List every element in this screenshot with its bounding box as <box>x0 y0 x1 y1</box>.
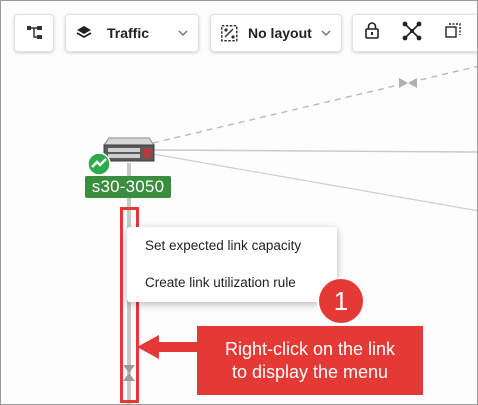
layout-icon <box>221 24 238 42</box>
status-ok-icon <box>87 152 111 176</box>
scatter-nodes-icon[interactable] <box>402 21 422 41</box>
layers-icon <box>76 26 92 39</box>
menu-item-set-expected-link-capacity[interactable]: Set expected link capacity <box>145 238 301 253</box>
step-badge: 1 <box>319 279 363 323</box>
menu-item-create-link-utilization-rule[interactable]: Create link utilization rule <box>145 275 296 290</box>
link-lower-right[interactable] <box>152 153 478 212</box>
layers-label: Traffic <box>107 25 150 41</box>
hierarchy-button[interactable] <box>14 14 54 52</box>
link-midpoint-icon <box>399 78 417 88</box>
callout-arrow <box>137 335 197 359</box>
hierarchy-icon <box>27 26 42 39</box>
instruction-line-1: Right-click on the link <box>224 338 396 359</box>
lock-icon[interactable] <box>365 22 379 39</box>
context-menu: Set expected link capacity Create link u… <box>127 227 337 302</box>
instruction-line-2: to display the menu <box>231 361 389 382</box>
device-label[interactable]: s30-3050 <box>85 176 171 198</box>
layout-select[interactable]: No layout <box>210 14 342 52</box>
chevron-down-icon <box>178 30 188 37</box>
topology-view: Traffic No layout s30-3050 Set expected … <box>0 0 478 405</box>
instruction-callout: Right-click on the link to display the m… <box>197 326 423 395</box>
link-right[interactable] <box>152 149 478 153</box>
chevron-down-icon <box>321 30 331 37</box>
layers-select[interactable]: Traffic <box>65 14 199 52</box>
dashed-link[interactable] <box>152 65 478 144</box>
fit-screen-icon[interactable] <box>445 23 461 39</box>
layout-label: No layout <box>248 25 312 41</box>
